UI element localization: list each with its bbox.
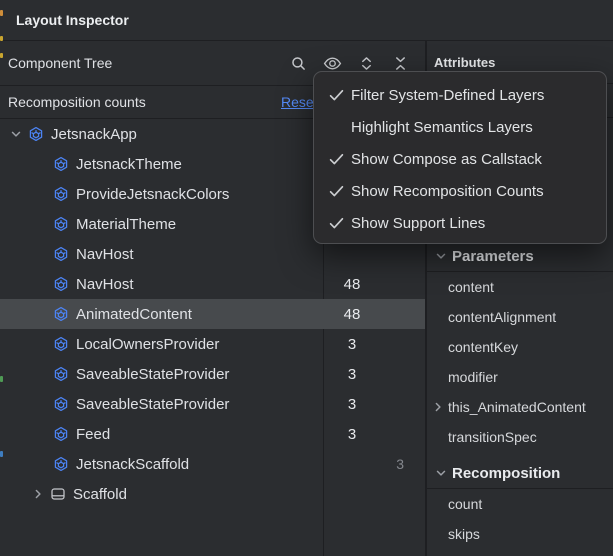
tree-row-label: AnimatedContent	[76, 306, 192, 323]
menu-item[interactable]: Filter System-Defined Layers	[314, 79, 606, 111]
recomposition-count: 3	[323, 456, 404, 472]
attribute-label: contentAlignment	[448, 309, 556, 325]
attributes-title: Attributes	[434, 55, 495, 70]
attribute-item[interactable]: content	[427, 272, 613, 302]
compose-node-icon	[53, 186, 69, 202]
section-header[interactable]: Parameters	[427, 241, 613, 272]
section-title: Parameters	[452, 248, 534, 265]
compose-node-icon	[28, 126, 44, 142]
compose-node-icon	[53, 246, 69, 262]
tree-row-label: Feed	[76, 426, 110, 443]
recomposition-count: 48	[323, 306, 381, 323]
menu-item-label: Show Compose as Callstack	[351, 151, 542, 168]
gutter-mark	[0, 376, 3, 382]
scaffold-icon	[50, 486, 66, 502]
attribute-item[interactable]: skips	[427, 519, 613, 549]
attribute-label: modifier	[448, 369, 498, 385]
checkmark-icon	[327, 89, 345, 102]
gutter-mark	[0, 451, 3, 457]
menu-item[interactable]: Show Recomposition Counts	[314, 175, 606, 207]
menu-item-label: Show Recomposition Counts	[351, 183, 544, 200]
view-options-menu: Filter System-Defined Layers Highlight Se…	[313, 71, 607, 244]
gutter-mark	[0, 53, 3, 58]
attribute-label: count	[448, 496, 482, 512]
attribute-item[interactable]: contentKey	[427, 332, 613, 362]
tree-row-label: LocalOwnersProvider	[76, 336, 219, 353]
tree-row[interactable]: Scaffold	[0, 479, 425, 509]
recomposition-count: 3	[323, 396, 381, 413]
chevron-down-icon	[434, 250, 448, 262]
tree-row[interactable]: AnimatedContent 48	[0, 299, 425, 329]
recomposition-count: 3	[323, 336, 381, 353]
tree-row[interactable]: LocalOwnersProvider 3	[0, 329, 425, 359]
tree-row-label: NavHost	[76, 246, 134, 263]
menu-item[interactable]: Highlight Semantics Layers	[314, 111, 606, 143]
compose-node-icon	[53, 276, 69, 292]
menu-item-label: Highlight Semantics Layers	[351, 119, 533, 136]
attribute-label: contentKey	[448, 339, 518, 355]
menu-item-label: Filter System-Defined Layers	[351, 87, 544, 104]
tree-row-label: MaterialTheme	[76, 216, 176, 233]
tree-row-label: SaveableStateProvider	[76, 366, 229, 383]
attribute-label: transitionSpec	[448, 429, 537, 445]
menu-item[interactable]: Show Support Lines	[314, 207, 606, 239]
menu-item[interactable]: Show Compose as Callstack	[314, 143, 606, 175]
compose-node-icon	[53, 306, 69, 322]
compose-node-icon	[53, 156, 69, 172]
tree-row-label: JetsnackTheme	[76, 156, 182, 173]
section-header[interactable]: Recomposition	[427, 458, 613, 489]
tree-row-label: Scaffold	[73, 486, 127, 503]
compose-node-icon	[53, 216, 69, 232]
window-titlebar: Layout Inspector	[0, 0, 613, 41]
tree-row-label: ProvideJetsnackColors	[76, 186, 229, 203]
recomposition-count: 3	[323, 366, 381, 383]
compose-node-icon	[53, 336, 69, 352]
tree-row-label: JetsnackApp	[51, 126, 137, 143]
menu-item-label: Show Support Lines	[351, 215, 485, 232]
section-title: Recomposition	[452, 465, 560, 482]
tree-row[interactable]: SaveableStateProvider 3	[0, 389, 425, 419]
compose-node-icon	[53, 426, 69, 442]
compose-node-icon	[53, 396, 69, 412]
chevron-down-icon	[434, 467, 448, 479]
search-icon[interactable]	[288, 53, 309, 74]
expander-chevron-icon[interactable]	[30, 488, 46, 500]
recomposition-count: 48	[323, 276, 381, 293]
tree-row[interactable]: NavHost 48	[0, 269, 425, 299]
attribute-item[interactable]: modifier	[427, 362, 613, 392]
compose-node-icon	[53, 366, 69, 382]
compose-node-icon	[53, 456, 69, 472]
tree-row[interactable]: SaveableStateProvider 3	[0, 359, 425, 389]
tree-row-label: SaveableStateProvider	[76, 396, 229, 413]
gutter-mark	[0, 10, 3, 16]
attributes-content: Parameters content contentAlignment content…	[427, 241, 613, 549]
tree-row-label: JetsnackScaffold	[76, 456, 189, 473]
tree-row-label: NavHost	[76, 276, 134, 293]
checkmark-icon	[327, 153, 345, 166]
checkmark-icon	[327, 185, 345, 198]
expander-chevron-icon[interactable]	[8, 128, 24, 140]
chevron-right-icon	[432, 401, 444, 413]
component-tree-title: Component Tree	[8, 55, 112, 71]
attribute-item[interactable]: this_AnimatedContent	[427, 392, 613, 422]
gutter-mark	[0, 36, 3, 41]
recomposition-count: 3	[323, 426, 381, 443]
tree-row[interactable]: Feed 3	[0, 419, 425, 449]
attribute-label: this_AnimatedContent	[448, 399, 586, 415]
attribute-item[interactable]: transitionSpec	[427, 422, 613, 452]
window-title: Layout Inspector	[16, 12, 129, 28]
recomposition-counts-label: Recomposition counts	[8, 94, 146, 110]
checkmark-icon	[327, 217, 345, 230]
attribute-label: content	[448, 279, 494, 295]
attribute-item[interactable]: count	[427, 489, 613, 519]
tree-row[interactable]: JetsnackScaffold 3	[0, 449, 425, 479]
attribute-label: skips	[448, 526, 480, 542]
layout-inspector-window: Layout Inspector Component Tree Rec	[0, 0, 613, 556]
attribute-item[interactable]: contentAlignment	[427, 302, 613, 332]
